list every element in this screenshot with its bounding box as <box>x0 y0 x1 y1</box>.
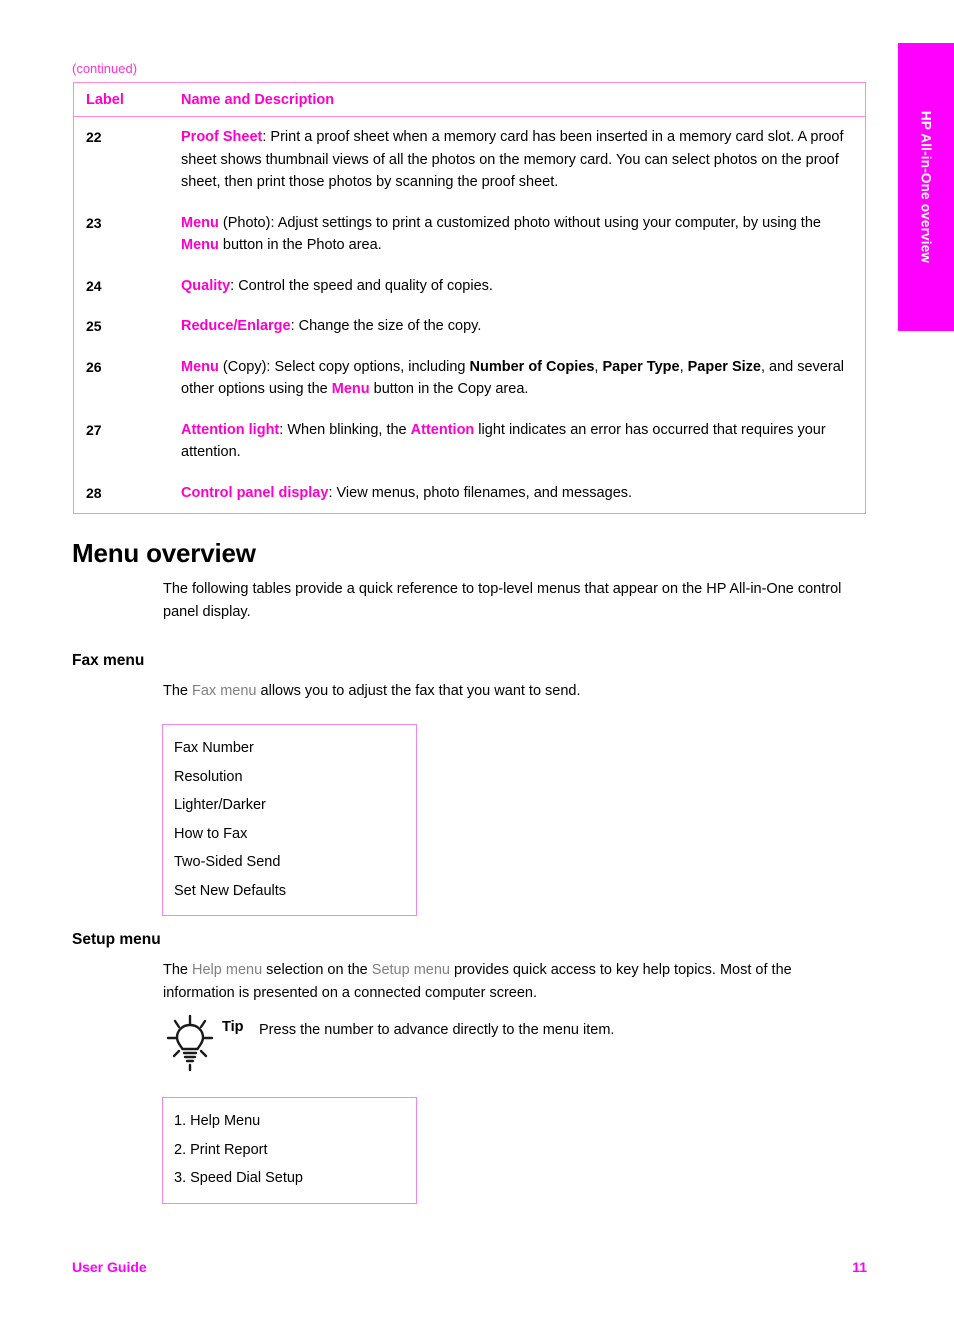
row-label: 27 <box>86 421 102 438</box>
table-row: 27 Attention light: When blinking, the A… <box>74 410 865 473</box>
row-description: Proof Sheet: Print a proof sheet when a … <box>181 126 853 194</box>
row-label: 22 <box>86 129 102 145</box>
table-row: 22 Proof Sheet: Print a proof sheet when… <box>74 117 865 203</box>
row-label: 25 <box>86 318 102 334</box>
fax-menu-box: Fax Number Resolution Lighter/Darker How… <box>162 724 417 916</box>
table-row: 25 Reduce/Enlarge: Change the size of th… <box>74 306 865 347</box>
setup-menu-term: Setup menu <box>371 962 450 978</box>
row-label: 26 <box>86 358 102 375</box>
menu-item: Two-Sided Send <box>174 854 281 870</box>
menu-item: Fax Number <box>174 740 254 756</box>
row-term-2: Menu <box>181 237 219 253</box>
row-term: Quality <box>181 277 231 294</box>
page-number: 11 <box>852 1259 867 1275</box>
row-label: 24 <box>86 277 102 294</box>
table-row: 24 Quality: Control the speed and qualit… <box>74 266 865 307</box>
row-text: : View menus, photo filenames, and messa… <box>328 484 633 501</box>
row-term: Attention light <box>181 421 280 438</box>
lightbulb-icon <box>162 1012 218 1074</box>
row-text-2: button in the Photo area. <box>218 237 382 253</box>
column-header-description: Name and Description <box>181 92 335 108</box>
chapter-tab-label: HP All-in-One overview <box>918 110 934 264</box>
row-bold-1: Number of Copies <box>469 358 595 375</box>
row-text: : When blinking, the <box>279 421 411 438</box>
setup-menu-box: 1. Help Menu 2. Print Report 3. Speed Di… <box>162 1097 417 1204</box>
menu-item: 1. Help Menu <box>174 1113 261 1129</box>
row-text: : Print a proof sheet when a memory card… <box>181 129 844 190</box>
menu-item: Lighter/Darker <box>174 797 266 813</box>
row-term-2: Menu <box>331 381 370 397</box>
row-text: : Control the speed and quality of copie… <box>230 277 493 294</box>
menu-item: 2. Print Report <box>174 1141 268 1158</box>
footer-document-title: User Guide <box>72 1259 147 1275</box>
control-panel-reference-table: Label Name and Description 22 Proof Shee… <box>73 82 866 514</box>
fax-menu-term: Fax menu <box>192 683 257 699</box>
row-description: Reduce/Enlarge: Change the size of the c… <box>181 315 853 338</box>
setup-menu-intro: The Help menu selection on the Setup men… <box>163 959 863 1004</box>
menu-item: Resolution <box>174 768 243 785</box>
row-term: Menu <box>181 358 219 375</box>
row-description: Attention light: When blinking, the Atte… <box>181 419 853 464</box>
menu-item: 3. Speed Dial Setup <box>174 1170 303 1186</box>
setup-intro-before: The <box>163 962 193 978</box>
setup-intro-mid: selection on the <box>262 962 372 978</box>
section-heading-setup-menu: Setup menu <box>72 931 161 948</box>
table-row: 28 Control panel display: View menus, ph… <box>74 473 865 514</box>
table-header-row: Label Name and Description <box>74 83 865 117</box>
continued-note: (continued) <box>72 61 138 76</box>
row-description: Quality: Control the speed and quality o… <box>181 275 853 298</box>
row-text: (Copy): Select copy options, including <box>218 358 470 375</box>
page-title: Menu overview <box>72 538 256 568</box>
row-label: 28 <box>86 484 102 501</box>
row-mid-2: , <box>679 358 688 375</box>
tip-label: Tip <box>222 1019 244 1035</box>
menu-item: How to Fax <box>174 825 248 842</box>
row-label: 23 <box>86 214 102 231</box>
help-menu-term: Help menu <box>192 962 263 978</box>
row-term: Menu <box>181 214 219 231</box>
row-description: Control panel display: View menus, photo… <box>181 482 853 505</box>
row-text: : Change the size of the copy. <box>290 318 482 334</box>
row-bold-2: Paper Type <box>602 358 680 375</box>
column-header-label: Label <box>86 92 124 108</box>
fax-menu-intro: The Fax menu allows you to adjust the fa… <box>163 680 863 703</box>
menu-item: Set New Defaults <box>174 882 287 899</box>
menu-overview-intro: The following tables provide a quick ref… <box>163 581 842 620</box>
table-row: 23 Menu (Photo): Adjust settings to prin… <box>74 203 865 266</box>
fax-intro-before: The <box>163 683 193 699</box>
page-content: (continued) Label Name and Description 2… <box>0 0 890 1321</box>
row-term: Reduce/Enlarge <box>181 318 291 334</box>
row-bold-3: Paper Size <box>687 358 761 375</box>
row-text: (Photo): Adjust settings to print a cust… <box>218 214 821 231</box>
row-term: Proof Sheet <box>181 129 263 145</box>
fax-intro-after: allows you to adjust the fax that you wa… <box>256 683 581 699</box>
section-heading-fax-menu: Fax menu <box>72 652 145 669</box>
table-row: 26 Menu (Copy): Select copy options, inc… <box>74 347 865 410</box>
row-term: Control panel display <box>181 484 329 501</box>
row-text-2: button in the Copy area. <box>369 381 529 397</box>
tip-text: Press the number to advance directly to … <box>259 1022 615 1038</box>
chapter-tab: HP All-in-One overview <box>898 43 954 331</box>
row-description: Menu (Photo): Adjust settings to print a… <box>181 212 853 257</box>
row-term-2: Attention <box>410 421 475 438</box>
row-description: Menu (Copy): Select copy options, includ… <box>181 356 853 401</box>
